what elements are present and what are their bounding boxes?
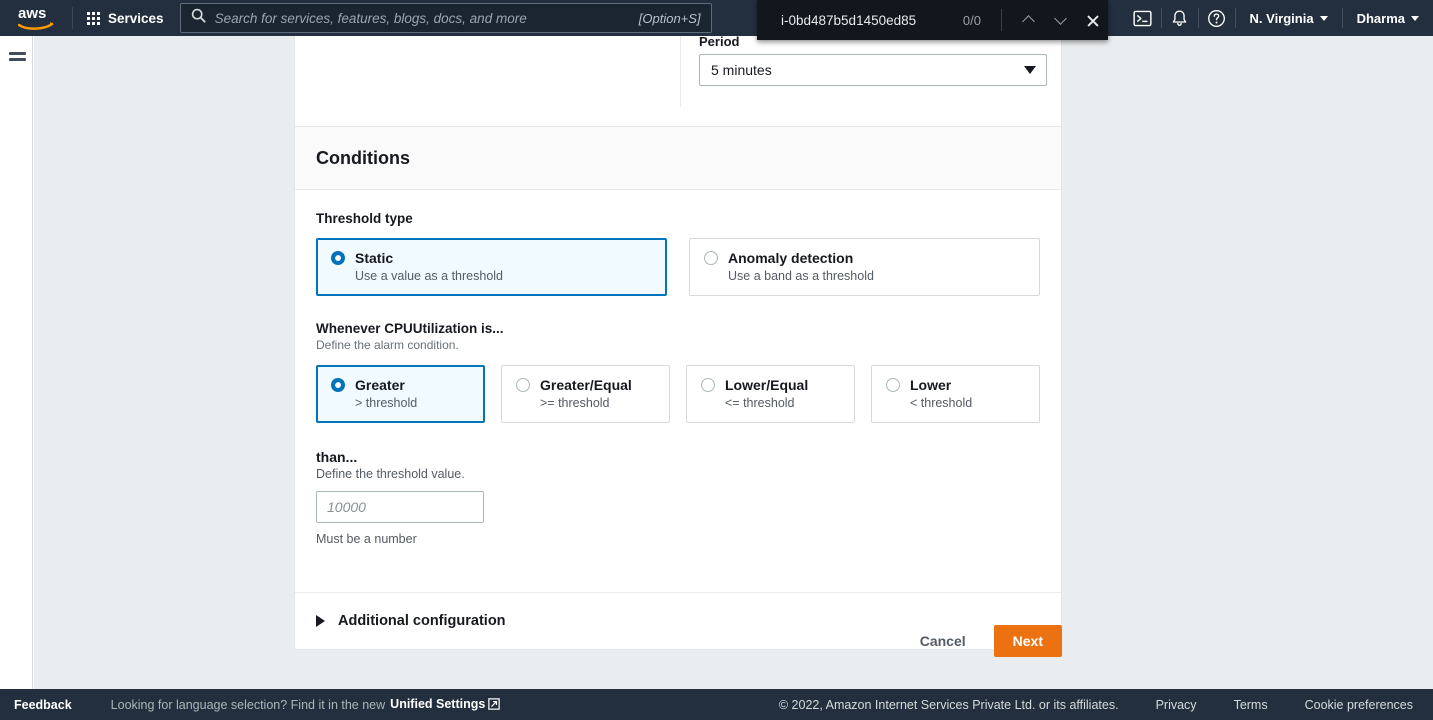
chevron-down-icon (1053, 12, 1067, 25)
find-query-text[interactable]: i-0bd487b5d1450ed85 (781, 13, 916, 28)
find-match-count: 0/0 (962, 12, 981, 28)
option-subtitle: > threshold (355, 396, 418, 410)
page-canvas: Period 5 minutes Conditions Threshold ty… (34, 36, 1433, 689)
copyright-text: © 2022, Amazon Internet Services Private… (778, 697, 1119, 712)
threshold-value-hint: Define the threshold value. (316, 467, 465, 481)
panel-column-divider (680, 36, 681, 107)
left-navigation-rail (0, 36, 33, 689)
aws-logo[interactable]: aws (0, 0, 72, 36)
period-selected-value: 5 minutes (711, 62, 772, 78)
option-title: Lower/Equal (725, 377, 809, 393)
external-link-icon (488, 697, 501, 713)
cloudshell-terminal-icon[interactable] (1125, 0, 1161, 36)
form-actions: Cancel Next (294, 625, 1062, 657)
comparison-options: Greater > threshold Greater/Equal >= thr… (316, 365, 1040, 423)
services-label: Services (108, 10, 164, 26)
radio-greater[interactable] (331, 378, 345, 392)
radio-lower-equal[interactable] (701, 378, 715, 392)
comparison-option-greater[interactable]: Greater > threshold (316, 365, 485, 423)
global-search-box[interactable]: [Option+S] (179, 3, 712, 33)
privacy-link[interactable]: Privacy (1156, 698, 1197, 712)
search-icon (191, 8, 206, 28)
hamburger-menu-icon[interactable] (9, 52, 26, 61)
option-title: Anomaly detection (728, 250, 854, 266)
page-footer: Feedback Looking for language selection?… (0, 689, 1433, 720)
conditions-panel-header: Conditions (295, 127, 1061, 190)
conditions-panel: Conditions Threshold type Static Use a v… (294, 126, 1062, 650)
find-divider (1001, 9, 1002, 31)
cookie-preferences-link[interactable]: Cookie preferences (1305, 698, 1413, 712)
comparison-option-lower-equal[interactable]: Lower/Equal <= threshold (686, 365, 855, 423)
comparison-option-lower[interactable]: Lower < threshold (871, 365, 1040, 423)
threshold-value-label: than... (316, 449, 358, 465)
nav-right-cluster: N. Virginia Dharma (1125, 0, 1433, 36)
option-subtitle: < threshold (910, 396, 973, 410)
threshold-type-option-static[interactable]: Static Use a value as a threshold (316, 238, 667, 296)
threshold-type-label: Threshold type (316, 211, 413, 226)
threshold-value-input[interactable] (316, 491, 484, 523)
comparison-hint: Define the alarm condition. (316, 338, 459, 352)
option-title: Greater/Equal (540, 377, 632, 393)
option-subtitle: Use a value as a threshold (355, 269, 504, 283)
threshold-type-option-anomaly-detection[interactable]: Anomaly detection Use a band as a thresh… (689, 238, 1040, 296)
radio-lower[interactable] (886, 378, 900, 392)
region-selector[interactable]: N. Virginia (1236, 0, 1342, 36)
cancel-button[interactable]: Cancel (914, 625, 972, 657)
terms-link[interactable]: Terms (1234, 698, 1268, 712)
option-subtitle: Use a band as a threshold (728, 269, 874, 283)
unified-settings-label: Unified Settings (390, 696, 486, 711)
chevron-up-icon (1021, 15, 1035, 28)
threshold-type-options: Static Use a value as a threshold Anomal… (316, 238, 1040, 296)
account-label: Dharma (1356, 10, 1405, 26)
threshold-value-block: than... Define the threshold value. Must… (316, 449, 1040, 546)
chevron-down-icon (1411, 15, 1419, 21)
option-title: Static (355, 250, 394, 266)
radio-greater-equal[interactable] (516, 378, 530, 392)
radio-anomaly-detection[interactable] (704, 251, 718, 265)
bell-icon[interactable] (1162, 0, 1198, 36)
region-label: N. Virginia (1249, 10, 1314, 26)
top-navigation-bar: aws Services [Option+S] (0, 0, 1433, 36)
close-icon (1086, 14, 1099, 27)
account-menu[interactable]: Dharma (1343, 0, 1433, 36)
unified-settings-link[interactable]: Unified Settings (390, 696, 501, 713)
radio-static[interactable] (331, 251, 345, 265)
search-shortcut-hint: [Option+S] (638, 10, 701, 26)
services-menu-button[interactable]: Services (73, 0, 176, 36)
comparison-label: Whenever CPUUtilization is... (316, 321, 504, 336)
option-title: Lower (910, 377, 952, 393)
option-title: Greater (355, 377, 405, 393)
page-title: Conditions (316, 147, 410, 168)
period-label: Period (699, 36, 740, 49)
next-button[interactable]: Next (993, 625, 1062, 657)
find-close-button[interactable] (1076, 0, 1108, 40)
find-in-page-bar[interactable]: i-0bd487b5d1450ed85 0/0 (757, 0, 1108, 40)
language-selection-text: Looking for language selection? Find it … (110, 697, 386, 712)
metric-panel: Period 5 minutes (294, 36, 1062, 139)
conditions-panel-body: Threshold type Static Use a value as a t… (295, 190, 1061, 570)
chevron-down-icon (1319, 15, 1328, 21)
option-subtitle: >= threshold (540, 396, 610, 410)
feedback-link[interactable]: Feedback (14, 698, 72, 712)
caret-down-icon (1024, 66, 1036, 74)
svg-text:aws: aws (18, 5, 46, 22)
find-next-button[interactable] (1044, 0, 1076, 40)
period-select[interactable]: 5 minutes (699, 54, 1047, 86)
question-circle-icon[interactable] (1199, 0, 1235, 36)
find-previous-button[interactable] (1012, 0, 1044, 40)
grid-apps-icon (87, 11, 100, 25)
option-subtitle: <= threshold (725, 396, 795, 410)
search-input[interactable] (214, 10, 631, 26)
threshold-value-constraint: Must be a number (316, 532, 417, 546)
comparison-option-greater-equal[interactable]: Greater/Equal >= threshold (501, 365, 670, 423)
